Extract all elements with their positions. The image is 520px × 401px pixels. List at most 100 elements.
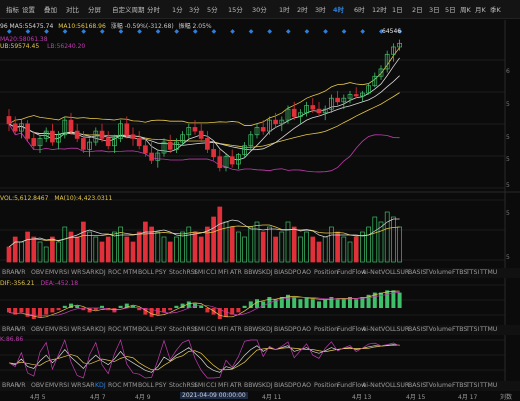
indicator-tab-sar[interactable]: SAR	[82, 382, 95, 389]
indicator-tab-lsur[interactable]: LSUR	[393, 382, 409, 389]
indicator-tab-tvolume[interactable]: TVolume	[425, 382, 452, 389]
indicator-tab-wr[interactable]: WR	[71, 269, 81, 276]
indicator-tab-mfi[interactable]: MFI	[218, 382, 229, 389]
candle-body	[205, 138, 210, 150]
volume-bar	[372, 216, 378, 263]
indicator-tab-psy[interactable]: PSY	[155, 382, 166, 389]
indicator-tab-skdj[interactable]: SKDJ	[258, 326, 273, 333]
indicator-tab-mfi[interactable]: MFI	[218, 326, 229, 333]
indicator-tab-kdj[interactable]: KDJ	[95, 269, 106, 276]
indicator-tab-sar[interactable]: SAR	[82, 326, 95, 333]
candle-body	[149, 152, 154, 161]
indicator-tab-roc[interactable]: ROC	[108, 382, 122, 389]
ma10-label: MA10:56168.96	[58, 23, 106, 30]
indicator-tab-mtm[interactable]: MTM	[123, 326, 137, 333]
indicator-tab-psy[interactable]: PSY	[155, 326, 166, 333]
indicator-tab-bias[interactable]: BIAS	[274, 382, 288, 389]
indicator-tab-wr[interactable]: WR	[71, 326, 81, 333]
indicator-tab-roc[interactable]: ROC	[108, 326, 122, 333]
indicator-tab-obv[interactable]: OBV	[31, 269, 44, 276]
indicator-tab-stochrsi[interactable]: StochRSI	[169, 326, 197, 333]
indicator-tab-skdj[interactable]: SKDJ	[258, 269, 273, 276]
indicator-tab-ao[interactable]: AO	[302, 269, 311, 276]
indicator-tab-stochrsi[interactable]: StochRSI	[169, 382, 197, 389]
indicator-tab-smi[interactable]: SMI	[194, 382, 205, 389]
indicator-tab-obv[interactable]: OBV	[31, 326, 44, 333]
macd-bar	[236, 308, 241, 313]
macd-bar	[379, 292, 383, 308]
indicator-tab-boll[interactable]: BOLL	[138, 382, 154, 389]
ma20-line	[8, 92, 400, 148]
indicator-tab-bias[interactable]: BIAS	[274, 326, 288, 333]
indicator-tab-position[interactable]: Position	[314, 326, 338, 333]
indicator-tab-obv[interactable]: OBV	[31, 382, 44, 389]
indicator-tab-emv[interactable]: EMV	[45, 269, 58, 276]
indicator-tab-ao[interactable]: AO	[302, 326, 311, 333]
indicator-tab-smi[interactable]: SMI	[194, 269, 205, 276]
indicator-tab-vr[interactable]: VR	[17, 269, 26, 276]
indicator-tab-position[interactable]: Position	[314, 269, 338, 276]
y-axis-label: 5	[506, 156, 510, 163]
indicator-tab-basis[interactable]: BASIS	[408, 382, 426, 389]
indicator-tab-cci[interactable]: CCI	[206, 326, 216, 333]
volume-bar	[19, 241, 24, 263]
indicator-tab-bbw[interactable]: BBW	[244, 269, 258, 276]
indicator-tab-ttmu[interactable]: TTMU	[480, 326, 497, 333]
indicator-tab-rsi[interactable]: RSI	[59, 382, 69, 389]
indicator-tab-boll[interactable]: BOLL	[138, 269, 154, 276]
indicator-tab-ai-netvol[interactable]: Ai-NetVOL	[362, 269, 394, 276]
indicator-tab-ttsi[interactable]: TTSI	[466, 326, 479, 333]
indicator-tab-atr[interactable]: ATR	[230, 382, 242, 389]
indicator-tab-basis[interactable]: BASIS	[408, 326, 426, 333]
indicator-tab-psy[interactable]: PSY	[155, 269, 166, 276]
indicator-tab-mtm[interactable]: MTM	[123, 382, 137, 389]
indicator-tab-ai-netvol[interactable]: Ai-NetVOL	[362, 382, 394, 389]
indicator-tab-lsur[interactable]: LSUR	[393, 326, 409, 333]
indicator-tab-tvolume[interactable]: TVolume	[425, 269, 452, 276]
indicator-tab-bias[interactable]: BIAS	[274, 269, 288, 276]
indicator-tab-dpo[interactable]: DPO	[288, 269, 301, 276]
indicator-tab-roc[interactable]: ROC	[108, 269, 122, 276]
indicator-tab-ttsi[interactable]: TTSI	[466, 269, 479, 276]
y-axis-label: 5	[506, 134, 510, 141]
indicator-tab-kdj[interactable]: KDJ	[95, 382, 106, 389]
dea-value: DEA:-452.18	[40, 280, 79, 287]
indicator-tab-rsi[interactable]: RSI	[59, 269, 69, 276]
indicator-tab-ao[interactable]: AO	[302, 382, 311, 389]
indicator-tab-kdj[interactable]: KDJ	[95, 326, 106, 333]
indicator-tab-cci[interactable]: CCI	[206, 269, 216, 276]
indicator-tab-ai-netvol[interactable]: Ai-NetVOL	[362, 326, 394, 333]
indicator-tab-smi[interactable]: SMI	[194, 326, 205, 333]
indicator-tab-ftbs[interactable]: FTBS	[452, 326, 467, 333]
indicator-tab-dpo[interactable]: DPO	[288, 382, 301, 389]
indicator-tab-mtm[interactable]: MTM	[123, 269, 137, 276]
indicator-tab-emv[interactable]: EMV	[45, 326, 58, 333]
indicator-tab-mfi[interactable]: MFI	[218, 269, 229, 276]
indicator-tab-ttmu[interactable]: TTMU	[480, 382, 497, 389]
indicator-tab-vr[interactable]: VR	[17, 382, 26, 389]
indicator-tab-lsur[interactable]: LSUR	[393, 269, 409, 276]
indicator-tab-cci[interactable]: CCI	[206, 382, 216, 389]
indicator-tab-vr[interactable]: VR	[17, 326, 26, 333]
indicator-tab-atr[interactable]: ATR	[230, 326, 242, 333]
indicator-tab-emv[interactable]: EMV	[45, 382, 58, 389]
indicator-tab-dpo[interactable]: DPO	[288, 326, 301, 333]
indicator-tab-skdj[interactable]: SKDJ	[258, 382, 273, 389]
indicator-tab-bbw[interactable]: BBW	[244, 382, 258, 389]
volume-bar	[50, 236, 55, 263]
indicator-tab-bbw[interactable]: BBW	[244, 326, 258, 333]
indicator-tab-rsi[interactable]: RSI	[59, 326, 69, 333]
indicator-tab-sar[interactable]: SAR	[82, 269, 95, 276]
indicator-tab-wr[interactable]: WR	[71, 382, 81, 389]
marker-icon: ◆	[230, 28, 235, 35]
indicator-tab-position[interactable]: Position	[314, 382, 338, 389]
indicator-tab-ttsi[interactable]: TTSI	[466, 382, 479, 389]
indicator-tab-tvolume[interactable]: TVolume	[425, 326, 452, 333]
indicator-tab-boll[interactable]: BOLL	[138, 326, 154, 333]
indicator-tab-atr[interactable]: ATR	[230, 269, 242, 276]
indicator-tab-stochrsi[interactable]: StochRSI	[169, 269, 197, 276]
indicator-tab-ftbs[interactable]: FTBS	[452, 269, 467, 276]
indicator-tab-basis[interactable]: BASIS	[408, 269, 426, 276]
indicator-tab-ftbs[interactable]: FTBS	[452, 382, 467, 389]
indicator-tab-ttmu[interactable]: TTMU	[480, 269, 497, 276]
